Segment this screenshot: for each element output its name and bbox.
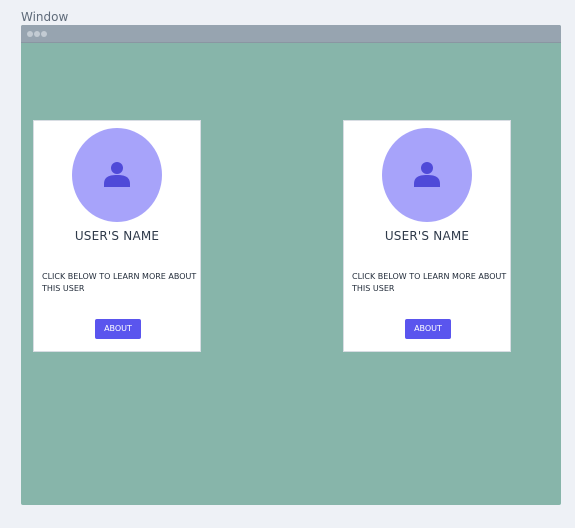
app-window: USER'S NAME CLICK BELOW TO LEARN MORE AB… [21,25,561,505]
user-description: CLICK BELOW TO LEARN MORE ABOUT THIS USE… [42,272,197,293]
about-button[interactable]: ABOUT [95,319,141,339]
window-control-dot[interactable] [27,31,33,37]
user-icon [414,162,440,187]
about-button[interactable]: ABOUT [405,319,451,339]
user-description: CLICK BELOW TO LEARN MORE ABOUT THIS USE… [352,272,507,293]
window-titlebar[interactable] [21,25,561,43]
window-control-dot[interactable] [34,31,40,37]
avatar [382,128,472,222]
window-label: Window [21,10,69,24]
avatar [72,128,162,222]
window-control-dot[interactable] [41,31,47,37]
user-name: USER'S NAME [384,229,470,243]
user-icon [104,162,130,187]
user-name: USER'S NAME [74,229,160,243]
user-card: USER'S NAME CLICK BELOW TO LEARN MORE AB… [343,120,511,352]
user-card: USER'S NAME CLICK BELOW TO LEARN MORE AB… [33,120,201,352]
